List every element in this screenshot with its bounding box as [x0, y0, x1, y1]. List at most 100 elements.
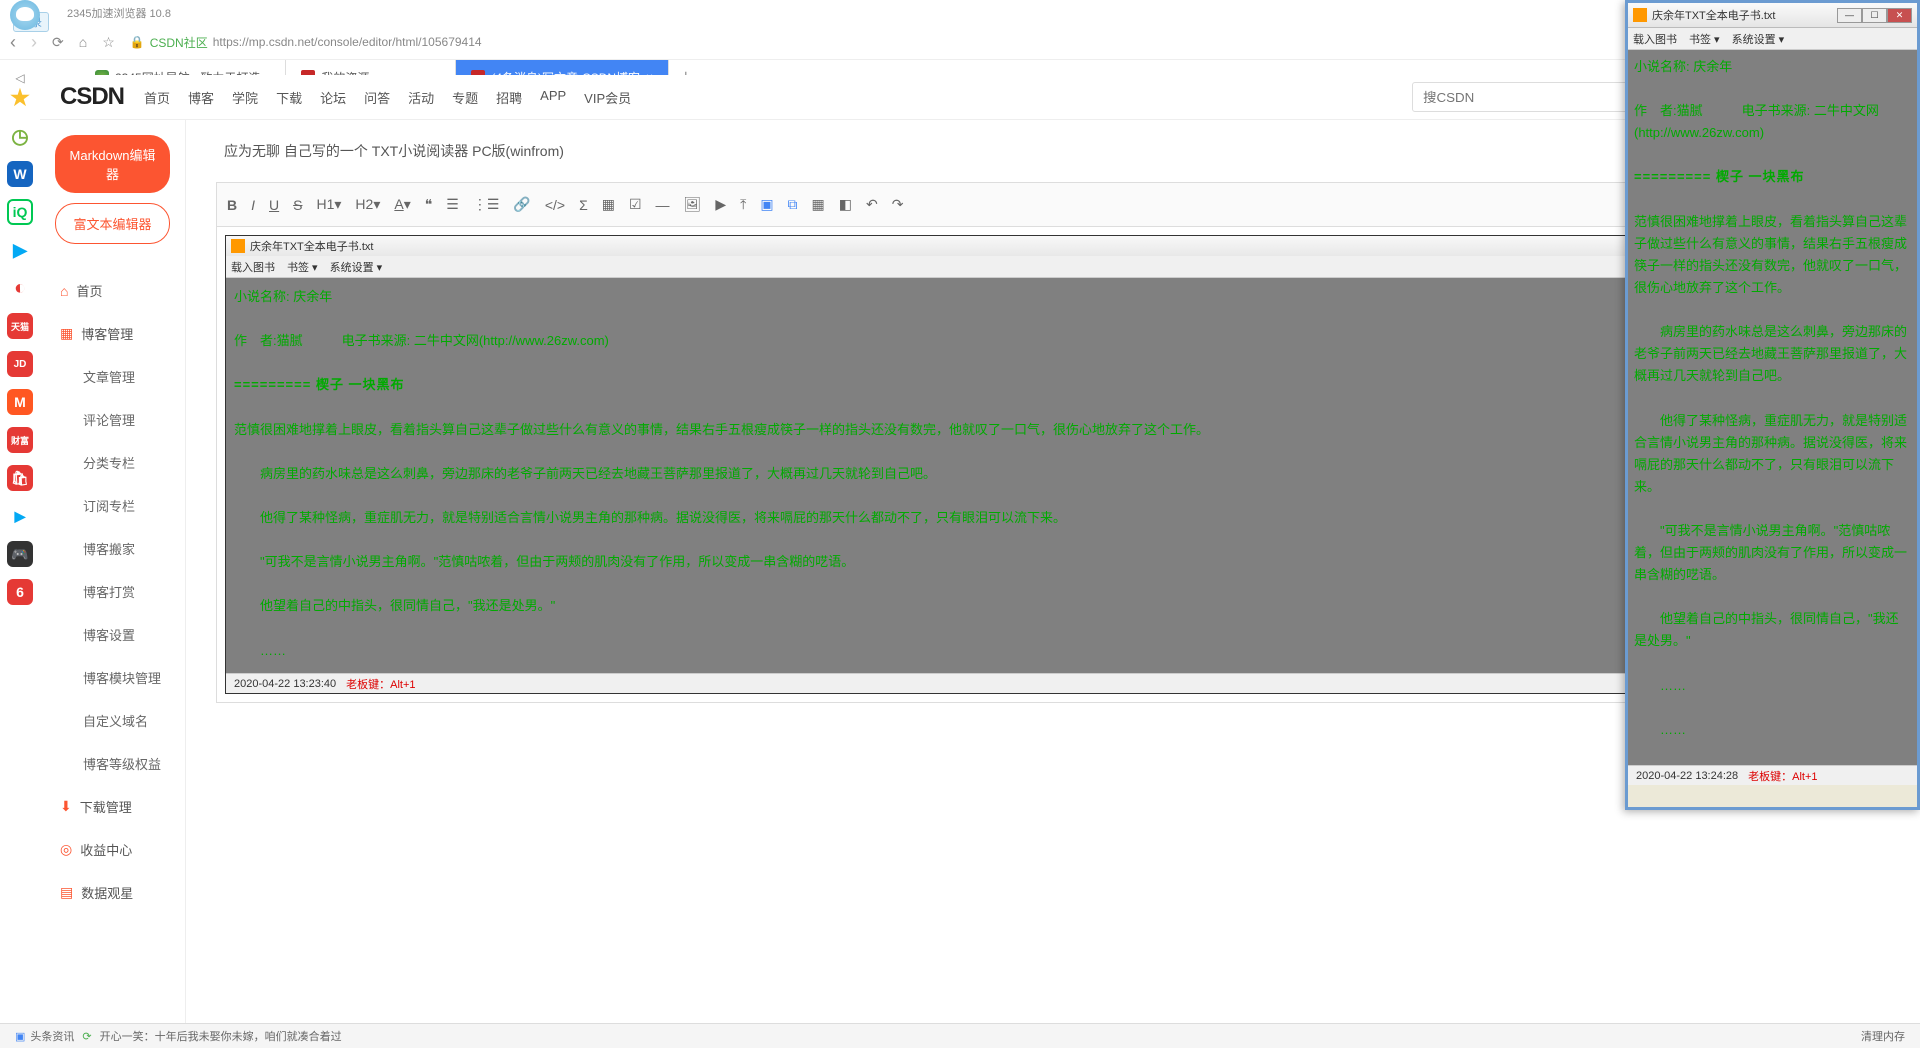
- joke-text: 开心一笑：十年后我未娶你未嫁，咱们就凑合着过: [100, 1028, 342, 1044]
- forward-icon[interactable]: ›: [31, 32, 37, 53]
- sidebar-item[interactable]: 自定义域名: [55, 699, 170, 742]
- ol-icon[interactable]: ⋮☰: [473, 196, 500, 213]
- refresh-icon[interactable]: ⟳: [52, 34, 64, 51]
- back-icon[interactable]: ‹: [10, 32, 16, 53]
- floating-reader-window[interactable]: 庆余年TXT全本电子书.txt — ☐ ✕ 载入图书 书签 ▾ 系统设置 ▾ 小…: [1625, 0, 1920, 810]
- heading-icon[interactable]: H2▾: [355, 196, 380, 213]
- app-icon: [1633, 8, 1647, 22]
- nav-item[interactable]: 问答: [364, 88, 390, 107]
- star-icon[interactable]: ☆: [102, 34, 115, 51]
- sidebar-item[interactable]: 文章管理: [55, 355, 170, 398]
- sidebar-download[interactable]: ⬇ 下载管理: [55, 785, 170, 828]
- nav-item[interactable]: 论坛: [320, 88, 346, 107]
- close-icon[interactable]: ✕: [1887, 8, 1912, 23]
- home-icon[interactable]: ⌂: [79, 34, 87, 50]
- tool-icon[interactable]: ▣: [760, 196, 773, 213]
- sidebar-blog-mgr[interactable]: ▦博客管理: [55, 312, 170, 355]
- strike-icon[interactable]: S: [293, 197, 302, 213]
- redo-icon[interactable]: ↷: [892, 196, 904, 213]
- sidebar-m-icon[interactable]: M: [7, 389, 33, 415]
- checklist-icon[interactable]: ☑: [629, 196, 642, 213]
- sidebar-iqiyi-icon[interactable]: iQ: [7, 199, 33, 225]
- sidebar-history-icon[interactable]: ◷: [7, 123, 33, 149]
- sidebar-item-label: 下载管理: [80, 797, 132, 816]
- user-avatar[interactable]: [10, 0, 40, 30]
- status-time: 2020-04-22 13:23:40: [234, 678, 336, 690]
- nav-item[interactable]: 学院: [232, 88, 258, 107]
- minimize-icon[interactable]: —: [1837, 8, 1862, 23]
- sidebar-item[interactable]: 分类专栏: [55, 441, 170, 484]
- app-title: 庆余年TXT全本电子书.txt: [250, 238, 373, 254]
- nav-item[interactable]: 下载: [276, 88, 302, 107]
- italic-icon[interactable]: I: [251, 197, 255, 213]
- sidebar-item[interactable]: 评论管理: [55, 398, 170, 441]
- heading-icon[interactable]: H1▾: [316, 196, 341, 213]
- sidebar-o-icon[interactable]: ◐: [7, 275, 33, 301]
- csdn-logo[interactable]: CSDN: [60, 83, 124, 111]
- sidebar-item[interactable]: 订阅专栏: [55, 484, 170, 527]
- nav-item[interactable]: 活动: [408, 88, 434, 107]
- upload-icon[interactable]: ⤒: [740, 196, 746, 213]
- sidebar-item[interactable]: 博客搬家: [55, 527, 170, 570]
- richtext-editor-button[interactable]: 富文本编辑器: [55, 203, 170, 244]
- embed-icon[interactable]: ▦: [812, 196, 825, 213]
- sidebar-item[interactable]: 博客等级权益: [55, 742, 170, 785]
- sidebar-data[interactable]: ▤数据观星: [55, 871, 170, 914]
- reader-text: 小说名称: 庆余年 作 者:猫腻 电子书来源: 二牛中文网 (http://ww…: [1628, 50, 1917, 765]
- sidebar-bag-icon[interactable]: 🛍: [7, 465, 33, 491]
- underline-icon[interactable]: U: [269, 197, 279, 213]
- nav-item[interactable]: APP: [540, 88, 566, 107]
- refresh-icon[interactable]: ⟳: [82, 1030, 91, 1043]
- coin-icon: ◎: [60, 841, 72, 858]
- download-icon: ⬇: [60, 798, 72, 815]
- image-icon[interactable]: 🖼: [684, 196, 702, 213]
- sidebar-cf-icon[interactable]: 财富: [7, 427, 33, 453]
- table-icon[interactable]: ▦: [602, 196, 615, 213]
- markdown-editor-button[interactable]: Markdown编辑器: [55, 135, 170, 193]
- news-icon[interactable]: ▣: [15, 1030, 25, 1043]
- sidebar-income[interactable]: ◎收益中心: [55, 828, 170, 871]
- sidebar-game-icon[interactable]: 🎮: [7, 541, 33, 567]
- clean-memory-button[interactable]: 清理内存: [1861, 1028, 1905, 1044]
- sidebar-6-icon[interactable]: 6: [7, 579, 33, 605]
- formula-icon[interactable]: Σ: [579, 197, 588, 213]
- more-icon[interactable]: ◧: [839, 196, 852, 213]
- nav-item[interactable]: 专题: [452, 88, 478, 107]
- menu-item[interactable]: 书签 ▾: [1689, 31, 1720, 47]
- link-icon[interactable]: 🔗: [513, 196, 530, 213]
- bold-icon[interactable]: B: [227, 197, 237, 213]
- sidebar-item-label: 数据观星: [81, 883, 133, 902]
- url-bar[interactable]: 🔒 CSDN社区 https://mp.csdn.net/console/edi…: [130, 34, 482, 51]
- tool-icon[interactable]: ⧉: [788, 196, 798, 213]
- sidebar-item[interactable]: 博客打赏: [55, 570, 170, 613]
- sidebar-fav-icon[interactable]: ★: [7, 85, 33, 111]
- video-icon[interactable]: ▶: [715, 196, 726, 213]
- hr-icon[interactable]: ―: [656, 197, 670, 213]
- sidebar-jd-icon[interactable]: JD: [7, 351, 33, 377]
- sidebar-play-icon[interactable]: ▶: [7, 503, 33, 529]
- sidebar-item[interactable]: 博客模块管理: [55, 656, 170, 699]
- ul-icon[interactable]: ☰: [446, 196, 459, 213]
- code-icon[interactable]: </>: [545, 197, 565, 213]
- sidebar-browser-icon[interactable]: ▶: [7, 237, 33, 263]
- grid-icon: ▦: [60, 325, 73, 342]
- textcolor-icon[interactable]: A▾: [394, 196, 410, 213]
- menu-item[interactable]: 载入图书: [1633, 31, 1677, 47]
- nav-item[interactable]: 首页: [144, 88, 170, 107]
- sidebar-word-icon[interactable]: W: [7, 161, 33, 187]
- lock-icon: 🔒: [130, 35, 145, 49]
- nav-item[interactable]: VIP会员: [584, 88, 631, 107]
- article-title-input[interactable]: [216, 135, 1853, 167]
- sidebar-tm-icon[interactable]: 天猫: [7, 313, 33, 339]
- maximize-icon[interactable]: ☐: [1862, 8, 1887, 23]
- nav-item[interactable]: 招聘: [496, 88, 522, 107]
- sidebar-home[interactable]: ⌂首页: [55, 269, 170, 312]
- hotkey-label: 老板键：Alt+1: [1748, 768, 1817, 784]
- news-label[interactable]: 头条资讯: [30, 1028, 74, 1044]
- nav-item[interactable]: 博客: [188, 88, 214, 107]
- sidebar-item[interactable]: 博客设置: [55, 613, 170, 656]
- quote-icon[interactable]: ❝: [425, 196, 433, 213]
- undo-icon[interactable]: ↶: [866, 196, 878, 213]
- menu-item[interactable]: 系统设置 ▾: [1732, 31, 1785, 47]
- url-text: https://mp.csdn.net/console/editor/html/…: [213, 35, 482, 49]
